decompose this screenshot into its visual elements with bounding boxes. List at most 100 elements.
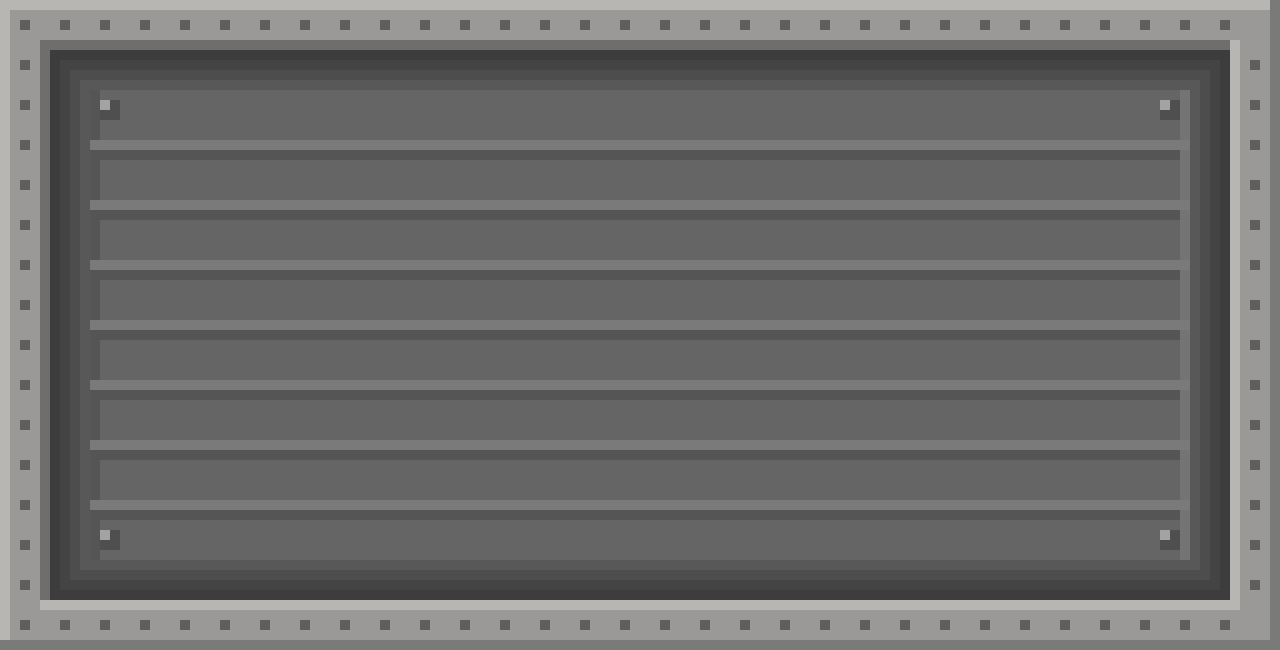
rivet-icon bbox=[20, 220, 30, 230]
rivet-icon bbox=[1180, 20, 1190, 30]
rivet-icon bbox=[260, 20, 270, 30]
slat-highlight bbox=[90, 500, 1190, 510]
rivet-icon bbox=[660, 20, 670, 30]
slat-left bbox=[90, 90, 100, 140]
rivet-icon bbox=[20, 60, 30, 70]
frame-shadow-bottom bbox=[0, 640, 1280, 650]
slat-right bbox=[1180, 510, 1190, 560]
rivet-icon bbox=[220, 620, 230, 630]
rivet-icon bbox=[220, 20, 230, 30]
slat-highlight bbox=[90, 140, 1190, 150]
slat-left bbox=[90, 150, 100, 200]
vent-slat bbox=[90, 150, 1190, 210]
rivet-icon bbox=[1220, 20, 1230, 30]
rivet-icon bbox=[580, 620, 590, 630]
rivet-icon bbox=[780, 20, 790, 30]
rivet-icon bbox=[620, 20, 630, 30]
rivet-icon bbox=[700, 20, 710, 30]
slat-highlight bbox=[90, 260, 1190, 270]
rivet-icon bbox=[20, 100, 30, 110]
bolt-icon bbox=[1160, 100, 1180, 120]
rivet-icon bbox=[1140, 620, 1150, 630]
rivet-icon bbox=[820, 20, 830, 30]
rivet-icon bbox=[20, 20, 30, 30]
rivet-icon bbox=[20, 140, 30, 150]
slat-top-shadow bbox=[90, 510, 1190, 520]
slat-right bbox=[1180, 450, 1190, 500]
slat-highlight bbox=[90, 440, 1190, 450]
rivet-icon bbox=[740, 620, 750, 630]
rivet-icon bbox=[60, 620, 70, 630]
slat-top-shadow bbox=[90, 150, 1190, 160]
rivet-icon bbox=[1250, 220, 1260, 230]
rivet-icon bbox=[1020, 620, 1030, 630]
rivet-icon bbox=[1100, 20, 1110, 30]
rivet-icon bbox=[1250, 300, 1260, 310]
slat-left bbox=[90, 270, 100, 320]
rivet-icon bbox=[1250, 340, 1260, 350]
slat-right bbox=[1180, 90, 1190, 140]
rivet-icon bbox=[1060, 620, 1070, 630]
rivet-icon bbox=[100, 620, 110, 630]
rivet-icon bbox=[180, 20, 190, 30]
slat-top-shadow bbox=[90, 450, 1190, 460]
rivet-icon bbox=[1250, 100, 1260, 110]
vent-slat bbox=[90, 330, 1190, 390]
rivet-icon bbox=[540, 620, 550, 630]
slat-left bbox=[90, 330, 100, 380]
vent-slat bbox=[90, 270, 1190, 330]
rivet-icon bbox=[380, 20, 390, 30]
slat-top-shadow bbox=[90, 330, 1190, 340]
rivet-icon bbox=[140, 620, 150, 630]
rivet-icon bbox=[1250, 140, 1260, 150]
slat-right bbox=[1180, 330, 1190, 380]
slat-right bbox=[1180, 270, 1190, 320]
rivet-icon bbox=[20, 460, 30, 470]
rivet-icon bbox=[1140, 20, 1150, 30]
slat-top-shadow bbox=[90, 390, 1190, 400]
rivet-icon bbox=[900, 20, 910, 30]
rivet-icon bbox=[1250, 420, 1260, 430]
rivet-icon bbox=[20, 340, 30, 350]
vent-slat bbox=[90, 210, 1190, 270]
rivet-icon bbox=[20, 420, 30, 430]
rivet-icon bbox=[620, 620, 630, 630]
rivet-icon bbox=[980, 620, 990, 630]
rivet-icon bbox=[940, 620, 950, 630]
rivet-icon bbox=[900, 620, 910, 630]
rivet-icon bbox=[20, 620, 30, 630]
slat-top-shadow bbox=[90, 210, 1190, 220]
frame-shadow-right bbox=[1270, 0, 1280, 650]
slat-highlight bbox=[90, 380, 1190, 390]
slat-left bbox=[90, 510, 100, 560]
bolt-icon bbox=[100, 100, 120, 120]
slat-right bbox=[1180, 390, 1190, 440]
rivet-icon bbox=[1250, 500, 1260, 510]
rivet-icon bbox=[300, 20, 310, 30]
rivet-icon bbox=[1250, 260, 1260, 270]
slat-left bbox=[90, 450, 100, 500]
rivet-icon bbox=[1250, 380, 1260, 390]
rivet-icon bbox=[1250, 460, 1260, 470]
rivet-icon bbox=[820, 620, 830, 630]
rivet-icon bbox=[1250, 540, 1260, 550]
vent-slat bbox=[90, 390, 1190, 450]
rivet-icon bbox=[260, 620, 270, 630]
rivet-icon bbox=[1220, 620, 1230, 630]
rivet-icon bbox=[500, 20, 510, 30]
rivet-icon bbox=[20, 580, 30, 590]
slat-top-shadow bbox=[90, 270, 1190, 280]
bolt-icon bbox=[100, 530, 120, 550]
rivet-icon bbox=[460, 620, 470, 630]
rivet-icon bbox=[500, 620, 510, 630]
rivet-icon bbox=[20, 300, 30, 310]
rivet-icon bbox=[780, 620, 790, 630]
rivet-icon bbox=[20, 500, 30, 510]
rivet-icon bbox=[860, 20, 870, 30]
rivet-icon bbox=[20, 380, 30, 390]
rivet-icon bbox=[740, 20, 750, 30]
vent-slat bbox=[90, 510, 1190, 560]
rivet-icon bbox=[540, 20, 550, 30]
slat-highlight bbox=[90, 320, 1190, 330]
rivet-icon bbox=[1180, 620, 1190, 630]
